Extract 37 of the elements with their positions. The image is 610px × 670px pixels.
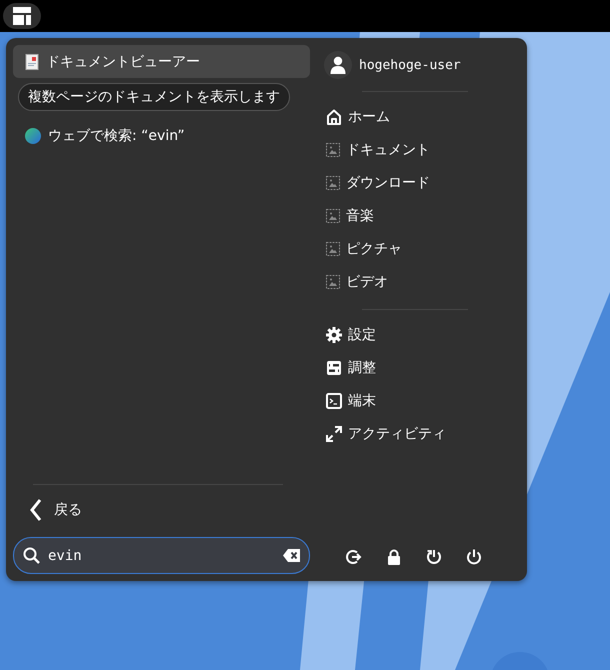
- expand-arrows-icon: [326, 426, 342, 442]
- place-item[interactable]: 音楽: [324, 199, 527, 232]
- system-item[interactable]: 端末: [324, 384, 527, 417]
- system-item[interactable]: 調整: [324, 351, 527, 384]
- image-placeholder-icon: [326, 142, 340, 156]
- terminal-icon: [326, 392, 342, 408]
- settings-icon: [326, 326, 342, 342]
- result-item[interactable]: ドキュメントビューアー: [13, 45, 310, 78]
- clear-icon[interactable]: [283, 549, 301, 562]
- place-item[interactable]: ピクチャ: [324, 232, 527, 265]
- globe-icon: [25, 128, 41, 144]
- log-out-button[interactable]: [344, 547, 364, 567]
- tooltip: 複数ページのドキュメントを表示します: [18, 83, 290, 111]
- search-icon: [23, 547, 40, 564]
- place-item[interactable]: ホーム: [324, 100, 527, 133]
- layout-icon: [12, 6, 32, 26]
- home-icon: [326, 108, 342, 124]
- restart-button[interactable]: [424, 547, 444, 567]
- user-name[interactable]: hogehoge-user: [359, 58, 461, 72]
- system-item[interactable]: 設定: [324, 318, 527, 351]
- toggles-icon: [326, 360, 342, 376]
- image-placeholder-icon: [326, 176, 340, 190]
- system-item[interactable]: アクティビティ: [324, 417, 527, 450]
- search-field[interactable]: evin: [13, 537, 310, 574]
- document-icon: [25, 54, 39, 70]
- place-item[interactable]: ドキュメント: [324, 133, 527, 166]
- back-button[interactable]: 戻る: [13, 491, 99, 529]
- image-placeholder-icon: [326, 208, 340, 222]
- applications-menu-button[interactable]: [3, 3, 41, 29]
- image-placeholder-icon: [326, 274, 340, 288]
- avatar-icon: [324, 51, 352, 79]
- place-item[interactable]: ダウンロード: [324, 166, 527, 199]
- power-button[interactable]: [464, 547, 484, 567]
- chevron-left-icon: [30, 499, 42, 521]
- place-item[interactable]: ビデオ: [324, 265, 527, 298]
- result-item[interactable]: ウェブで検索: “evin”: [13, 119, 310, 152]
- image-placeholder-icon: [326, 242, 340, 256]
